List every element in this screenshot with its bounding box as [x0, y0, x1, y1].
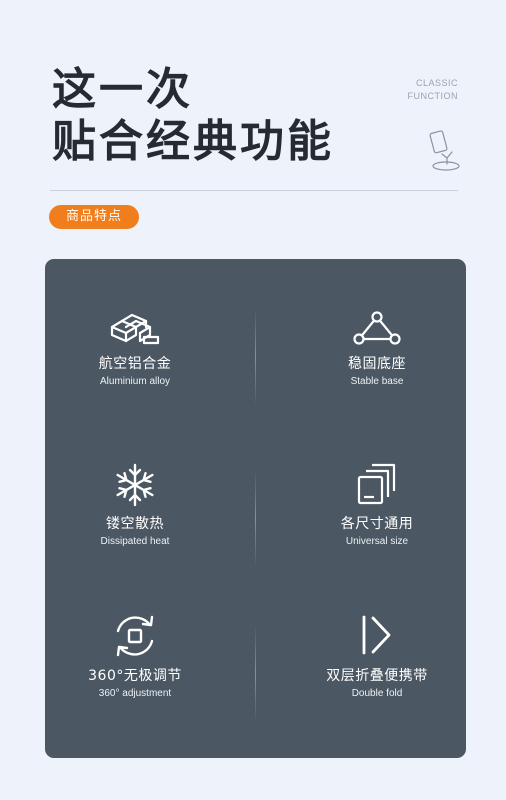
phone-stand-icon	[429, 130, 460, 171]
header-divider	[50, 190, 458, 191]
title-line-1: 这一次	[52, 64, 193, 115]
page-title: 这一次 贴合经典功能	[52, 64, 334, 168]
feature-title: 双层折叠便携带	[326, 668, 428, 684]
rotate-icon	[116, 615, 154, 657]
feature-subtitle: Universal size	[345, 536, 409, 547]
feature-subtitle: Double fold	[351, 688, 403, 699]
snowflake-icon	[116, 463, 154, 507]
feature-title: 各尺寸通用	[340, 516, 414, 532]
feature-stable-base: 稳固底座 Stable base	[287, 309, 467, 389]
feature-subtitle: Dissipated heat	[100, 536, 170, 547]
feature-universal-size: 各尺寸通用 Universal size	[287, 461, 467, 549]
features-badge: 商品特点	[49, 205, 139, 229]
feature-subtitle: Aluminium alloy	[99, 376, 171, 387]
features-panel: 航空铝合金 Aluminium alloy 稳固底座 Stable base 镂…	[45, 259, 466, 758]
feature-subtitle: 360° adjustment	[98, 688, 172, 699]
feature-title: 稳固底座	[348, 356, 406, 372]
feature-dissipated-heat: 镂空散热 Dissipated heat	[45, 461, 225, 549]
triangle-nodes-icon	[353, 311, 401, 345]
feature-360-adjustment: 360°无极调节 360° adjustment	[45, 611, 225, 701]
feature-aluminium-alloy: 航空铝合金 Aluminium alloy	[45, 305, 225, 389]
feature-subtitle: Stable base	[350, 376, 404, 387]
stacked-squares-icon	[357, 463, 396, 505]
english-subtitle-line-2: FUNCTION	[407, 91, 458, 101]
feature-title: 360°无极调节	[88, 668, 182, 684]
feature-title: 镂空散热	[106, 516, 164, 532]
separator-line	[255, 469, 256, 569]
feature-double-fold: 双层折叠便携带 Double fold	[287, 611, 467, 701]
aluminium-bars-icon	[110, 313, 160, 345]
separator-line	[255, 307, 256, 407]
separator-line	[255, 624, 256, 724]
english-subtitle: CLASSIC FUNCTION	[408, 77, 459, 103]
feature-title: 航空铝合金	[98, 356, 172, 372]
english-subtitle-line-1: CLASSIC	[415, 78, 458, 88]
fold-icon	[362, 615, 391, 655]
title-line-2: 贴合经典功能	[52, 116, 334, 167]
